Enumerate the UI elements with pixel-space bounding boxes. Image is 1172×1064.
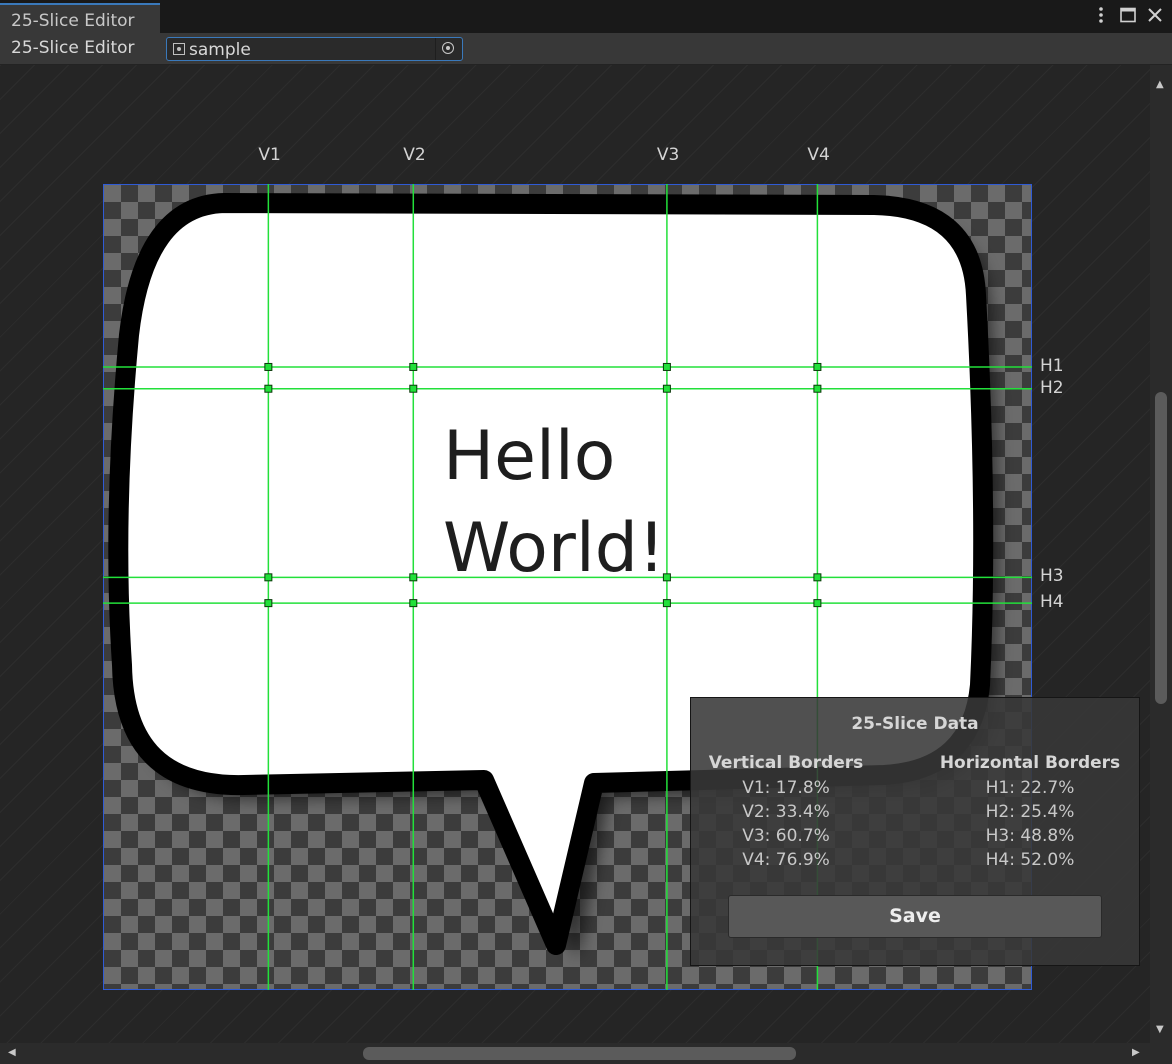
vertical-border-value: V1: 17.8% xyxy=(742,778,830,798)
horizontal-borders-header: Horizontal Borders xyxy=(939,753,1121,773)
scroll-up-icon[interactable]: ▲ xyxy=(1156,80,1164,90)
vertical-border-value: V3: 60.7% xyxy=(742,826,830,846)
horizontal-guide-label: H2 xyxy=(1040,377,1064,398)
horizontal-border-value: H3: 48.8% xyxy=(985,826,1075,846)
target-picker-icon[interactable] xyxy=(435,38,462,60)
window-tab-strip: 25-Slice Editor xyxy=(0,0,1172,33)
scroll-left-icon[interactable]: ◀ xyxy=(8,1048,16,1058)
vertical-guide-label: V2 xyxy=(403,145,426,165)
toolbar: 25-Slice Editor sample xyxy=(0,33,1172,65)
horizontal-scrollbar[interactable]: ◀ ▶ xyxy=(0,1043,1150,1064)
vertical-borders-header: Vertical Borders xyxy=(708,753,864,773)
horizontal-guide-label: H3 xyxy=(1040,566,1064,587)
horizontal-scroll-thumb[interactable] xyxy=(363,1047,796,1060)
editor-tab[interactable]: 25-Slice Editor xyxy=(0,3,160,33)
horizontal-border-value: H4: 52.0% xyxy=(985,850,1075,870)
vertical-border-value: V2: 33.4% xyxy=(742,802,830,822)
slice-data-panel: 25-Slice Data Vertical Borders V1: 17.8%… xyxy=(690,697,1140,966)
horizontal-border-value: H1: 22.7% xyxy=(985,778,1075,798)
vertical-border-value: V4: 76.9% xyxy=(742,850,830,870)
menu-icon[interactable] xyxy=(1092,6,1110,24)
horizontal-guide-label: H4 xyxy=(1040,592,1064,613)
sprite-object-value: sample xyxy=(189,40,251,60)
save-button[interactable]: Save xyxy=(728,895,1102,938)
scroll-down-icon[interactable]: ▼ xyxy=(1156,1025,1164,1035)
close-icon[interactable] xyxy=(1146,6,1164,24)
horizontal-guide-label: H1 xyxy=(1040,355,1064,376)
toolbar-label: 25-Slice Editor xyxy=(11,38,135,58)
scroll-right-icon[interactable]: ▶ xyxy=(1132,1048,1140,1058)
sprite-icon xyxy=(173,43,185,55)
window-controls xyxy=(1092,6,1164,24)
vertical-scroll-thumb[interactable] xyxy=(1155,392,1167,704)
vertical-guide-label: V4 xyxy=(807,145,830,165)
vertical-guide-label: V1 xyxy=(258,145,281,165)
vertical-scrollbar[interactable]: ▲ ▼ xyxy=(1150,65,1172,1043)
sprite-text: Hello World! xyxy=(443,417,666,588)
vertical-guide-label: V3 xyxy=(656,145,680,165)
editor-tab-label: 25-Slice Editor xyxy=(11,11,135,31)
scrollbar-corner xyxy=(1150,1043,1172,1064)
sprite-object-field[interactable]: sample xyxy=(166,37,463,61)
horizontal-border-value: H2: 25.4% xyxy=(985,802,1075,822)
maximize-icon[interactable] xyxy=(1119,6,1137,24)
panel-title: 25-Slice Data xyxy=(851,714,979,734)
horizontal-borders-column: Horizontal Borders H1: 22.7% H2: 25.4% H… xyxy=(925,753,1135,874)
vertical-borders-column: Vertical Borders V1: 17.8% V2: 33.4% V3:… xyxy=(681,753,891,874)
